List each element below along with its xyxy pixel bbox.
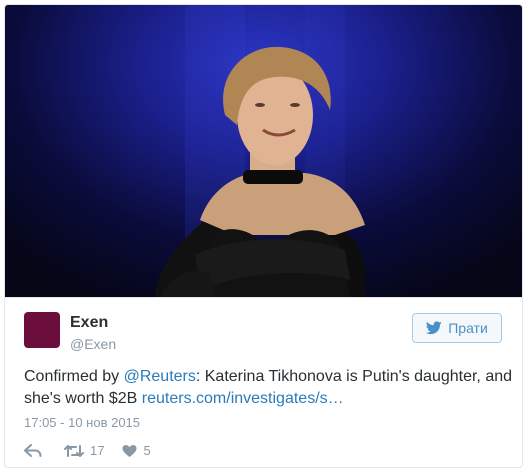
retweet-icon [64, 444, 84, 457]
url-link[interactable]: reuters.com/investigates/s… [142, 390, 344, 407]
twitter-bird-icon [426, 321, 442, 335]
user-handle[interactable]: @Exen [70, 336, 116, 352]
reply-icon [24, 443, 42, 457]
mention-link[interactable]: @Reuters [124, 368, 196, 385]
retweet-button[interactable]: 17 [64, 443, 104, 458]
like-button[interactable]: 5 [122, 443, 151, 458]
divider [5, 297, 522, 298]
tweet-photo[interactable] [5, 5, 522, 297]
like-count: 5 [143, 443, 151, 458]
tweet-text-part1: Confirmed by [24, 368, 124, 385]
timestamp[interactable]: 17:05 - 10 нов 2015 [24, 415, 140, 430]
avatar[interactable] [24, 312, 60, 348]
photo-illustration [155, 5, 365, 297]
tweet-text: Confirmed by @Reuters: Katerina Tikhonov… [24, 366, 514, 410]
heart-icon [122, 444, 137, 457]
tweet-actions: 17 5 [24, 443, 151, 458]
retweet-count: 17 [90, 443, 105, 458]
reply-button[interactable] [24, 443, 42, 458]
embedded-tweet-card: Exen @Exen Прати Confirmed by @Reuters: … [4, 4, 523, 468]
user-name[interactable]: Exen [70, 314, 108, 332]
follow-label: Прати [448, 320, 488, 336]
follow-button[interactable]: Прати [412, 313, 502, 343]
